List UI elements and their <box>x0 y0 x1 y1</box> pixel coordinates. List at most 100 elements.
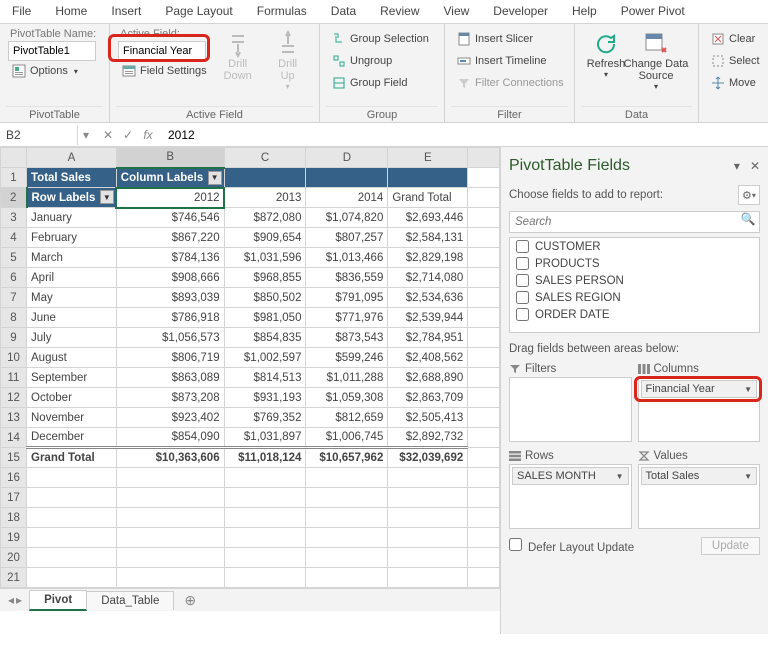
row-21[interactable]: 21 <box>1 568 27 588</box>
group-field-button[interactable]: Group Field <box>328 74 433 92</box>
menu-page-layout[interactable]: Page Layout <box>153 0 244 23</box>
columns-chip-financial-year[interactable]: Financial Year▼ <box>641 380 758 398</box>
row-20[interactable]: 20 <box>1 548 27 568</box>
row-12[interactable]: 12 <box>1 388 27 408</box>
move-button[interactable]: Move <box>707 74 764 92</box>
sheet-tab-pivot[interactable]: Pivot <box>29 590 87 611</box>
row-6[interactable]: 6 <box>1 268 27 288</box>
row-16[interactable]: 16 <box>1 468 27 488</box>
field-search[interactable]: 🔍 <box>509 211 760 233</box>
field-order-date[interactable]: ORDER DATE <box>510 306 759 323</box>
row-15[interactable]: 15 <box>1 448 27 468</box>
defer-layout-checkbox[interactable]: Defer Layout Update <box>509 538 634 554</box>
field-settings-button[interactable]: Field Settings <box>118 62 211 80</box>
rows-area[interactable]: SALES MONTH▼ <box>509 464 632 529</box>
rows-chip-sales-month[interactable]: SALES MONTH▼ <box>512 467 629 485</box>
spreadsheet-grid[interactable]: A B C D E 1 Total Sales Column Labels▼ 2… <box>0 147 500 588</box>
insert-slicer-button[interactable]: Insert Slicer <box>453 30 568 48</box>
group-selection-button[interactable]: Group Selection <box>328 30 433 48</box>
menu-power-pivot[interactable]: Power Pivot <box>609 0 697 23</box>
pivot-name-input[interactable] <box>8 41 96 61</box>
row-19[interactable]: 19 <box>1 528 27 548</box>
row-8[interactable]: 8 <box>1 308 27 328</box>
menu-formulas[interactable]: Formulas <box>245 0 319 23</box>
menu-file[interactable]: File <box>0 0 43 23</box>
row-14[interactable]: 14 <box>1 428 27 448</box>
col-D[interactable]: D <box>306 148 388 168</box>
add-sheet-button[interactable]: ⊕ <box>174 592 206 609</box>
row-10[interactable]: 10 <box>1 348 27 368</box>
row-labels-dropdown[interactable]: ▼ <box>100 190 114 204</box>
row-13[interactable]: 13 <box>1 408 27 428</box>
row-2[interactable]: 2 <box>1 188 27 208</box>
row-11[interactable]: 11 <box>1 368 27 388</box>
ungroup-button[interactable]: Ungroup <box>328 52 433 70</box>
field-products[interactable]: PRODUCTS <box>510 255 759 272</box>
formula-input[interactable] <box>162 126 768 144</box>
cell-month[interactable]: November <box>27 408 117 428</box>
field-customer[interactable]: CUSTOMER <box>510 238 759 255</box>
row-7[interactable]: 7 <box>1 288 27 308</box>
cell-month[interactable]: March <box>27 248 117 268</box>
name-box[interactable]: B2 <box>0 125 78 145</box>
filters-area[interactable] <box>509 377 632 442</box>
menu-insert[interactable]: Insert <box>99 0 153 23</box>
cell-month[interactable]: February <box>27 228 117 248</box>
field-sales-person[interactable]: SALES PERSON <box>510 272 759 289</box>
menu-view[interactable]: View <box>432 0 482 23</box>
cell-B2[interactable]: 2012 <box>116 188 224 208</box>
row-17[interactable]: 17 <box>1 488 27 508</box>
pane-gear-button[interactable]: ⚙▾ <box>738 185 760 205</box>
pt-column-labels[interactable]: Column Labels▼ <box>116 168 224 188</box>
sheet-nav[interactable]: ◂▸ <box>0 593 30 607</box>
update-button[interactable]: Update <box>701 537 760 555</box>
pt-row-labels[interactable]: Row Labels▼ <box>27 188 117 208</box>
cell-month[interactable]: July <box>27 328 117 348</box>
cancel-formula-icon[interactable]: ✕ <box>100 128 116 142</box>
col-F[interactable] <box>468 148 500 168</box>
field-sales-region[interactable]: SALES REGION <box>510 289 759 306</box>
col-C[interactable]: C <box>224 148 306 168</box>
col-A[interactable]: A <box>27 148 117 168</box>
row-18[interactable]: 18 <box>1 508 27 528</box>
grand-total-label[interactable]: Grand Total <box>27 448 117 468</box>
sheet-tab-data-table[interactable]: Data_Table <box>86 591 174 610</box>
pane-close-icon[interactable]: ✕ <box>750 159 760 173</box>
values-chip-total-sales[interactable]: Total Sales▼ <box>641 467 758 485</box>
select-button[interactable]: Select <box>707 52 764 70</box>
cell-month[interactable]: December <box>27 428 117 448</box>
accept-formula-icon[interactable]: ✓ <box>120 128 136 142</box>
menu-help[interactable]: Help <box>560 0 609 23</box>
columns-area[interactable]: Financial Year▼ <box>638 377 761 442</box>
row-4[interactable]: 4 <box>1 228 27 248</box>
pane-menu-caret[interactable]: ▾ <box>734 159 740 173</box>
col-B[interactable]: B <box>116 148 224 168</box>
menu-data[interactable]: Data <box>319 0 368 23</box>
field-search-input[interactable] <box>510 212 737 232</box>
fx-icon[interactable]: fx <box>140 128 156 142</box>
cell-month[interactable]: August <box>27 348 117 368</box>
cell-month[interactable]: January <box>27 208 117 228</box>
menu-review[interactable]: Review <box>368 0 431 23</box>
menu-home[interactable]: Home <box>43 0 99 23</box>
pt-title[interactable]: Total Sales <box>27 168 117 188</box>
cell-month[interactable]: May <box>27 288 117 308</box>
menu-developer[interactable]: Developer <box>481 0 560 23</box>
row-9[interactable]: 9 <box>1 328 27 348</box>
clear-button[interactable]: Clear <box>707 30 764 48</box>
change-data-source-button[interactable]: Change Data Source▾ <box>631 26 681 106</box>
options-button[interactable]: Options▾ <box>8 62 98 80</box>
col-E[interactable]: E <box>388 148 468 168</box>
values-area[interactable]: Total Sales▼ <box>638 464 761 529</box>
field-list[interactable]: CUSTOMER PRODUCTS SALES PERSON SALES REG… <box>509 237 760 333</box>
row-5[interactable]: 5 <box>1 248 27 268</box>
column-labels-dropdown[interactable]: ▼ <box>208 171 222 185</box>
cell-month[interactable]: April <box>27 268 117 288</box>
select-all-corner[interactable] <box>1 148 27 168</box>
insert-timeline-button[interactable]: Insert Timeline <box>453 52 568 70</box>
row-1[interactable]: 1 <box>1 168 27 188</box>
cell-month[interactable]: September <box>27 368 117 388</box>
active-field-input[interactable] <box>118 41 206 61</box>
cell-month[interactable]: October <box>27 388 117 408</box>
row-3[interactable]: 3 <box>1 208 27 228</box>
